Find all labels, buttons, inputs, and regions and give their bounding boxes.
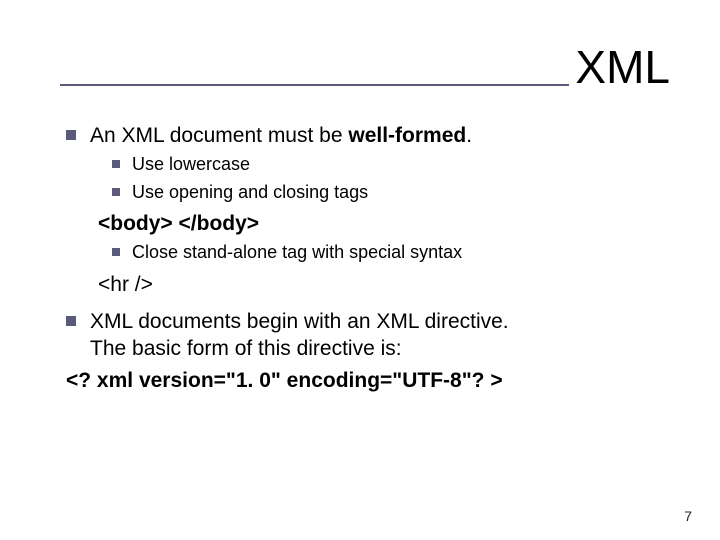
- bullet-main-2: XML documents begin with an XML directiv…: [66, 308, 670, 363]
- bullet-main-1-pre: An XML document must be: [90, 124, 348, 147]
- bullet-sub-1: Use lowercase: [112, 153, 670, 176]
- bullet-main-2-line2: The basic form of this directive is:: [90, 337, 402, 360]
- code-example-2: <hr />: [98, 271, 670, 298]
- bullet-sub-3-text: Close stand-alone tag with special synta…: [132, 241, 462, 264]
- page-number: 7: [684, 508, 692, 524]
- square-bullet-icon: [66, 130, 76, 140]
- slide-content: An XML document must be well-formed. Use…: [60, 122, 670, 394]
- bullet-main-1-text: An XML document must be well-formed.: [90, 122, 472, 149]
- bullet-main-1-post: .: [466, 124, 472, 147]
- bullet-main-2-text: XML documents begin with an XML directiv…: [90, 308, 509, 363]
- square-bullet-icon: [66, 316, 76, 326]
- bullet-sub-2-text: Use opening and closing tags: [132, 181, 368, 204]
- square-bullet-icon: [112, 160, 120, 168]
- bullet-main-2-line1: XML documents begin with an XML directiv…: [90, 310, 509, 333]
- xml-directive-code: <? xml version="1. 0" encoding="UTF-8"? …: [66, 367, 670, 394]
- slide-title-block: XML: [60, 40, 670, 94]
- bullet-sub-2: Use opening and closing tags: [112, 181, 670, 204]
- square-bullet-icon: [112, 248, 120, 256]
- bullet-main-1-bold: well-formed: [348, 124, 466, 147]
- square-bullet-icon: [112, 188, 120, 196]
- bullet-sub-1-text: Use lowercase: [132, 153, 250, 176]
- bullet-main-1: An XML document must be well-formed.: [66, 122, 670, 149]
- code-example-1: <body> </body>: [98, 210, 670, 237]
- bullet-sub-3: Close stand-alone tag with special synta…: [112, 241, 670, 264]
- slide-title: XML: [569, 40, 670, 94]
